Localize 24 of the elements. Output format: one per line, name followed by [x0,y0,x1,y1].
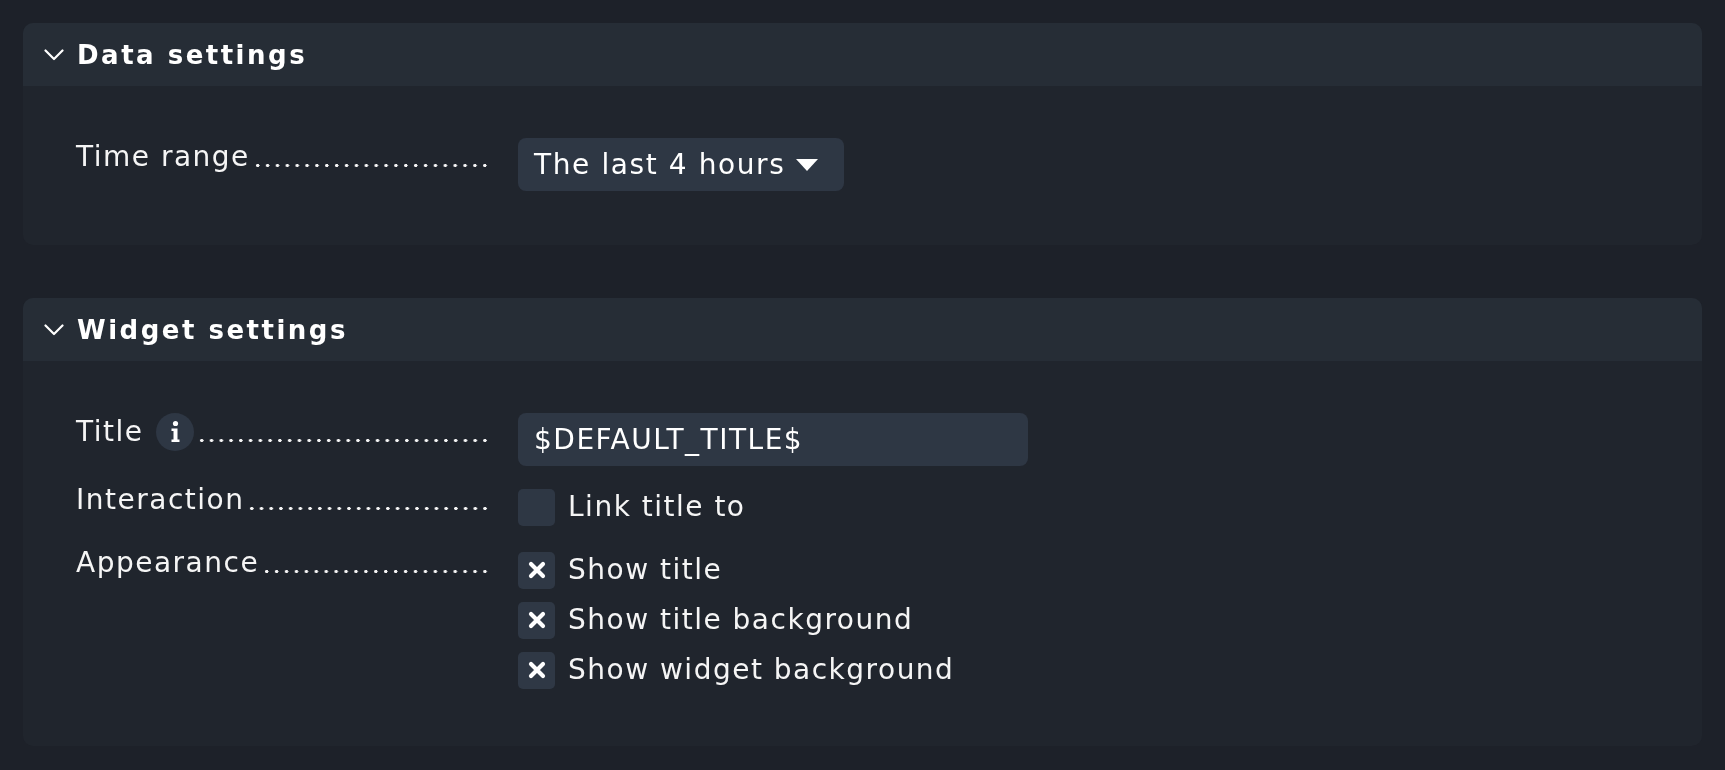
cross-icon [527,611,546,629]
time-range-dropdown[interactable]: The last 4 hours [518,138,845,191]
checkbox[interactable] [518,651,555,689]
section-title: Widget settings [77,314,348,345]
chevron-down-icon [44,323,64,336]
checkbox[interactable] [518,551,555,589]
checkbox-label[interactable]: Show title background [568,605,914,635]
checkbox[interactable] [518,601,555,639]
chevron-down-icon [44,48,64,61]
info-icon[interactable] [155,413,194,451]
field-label: Title [76,417,144,447]
checkbox-label[interactable]: Show title [568,555,723,585]
section-header[interactable]: Widget settings [23,298,1702,361]
cross-icon [527,661,546,679]
field-label: Appearance [76,548,260,578]
section-title: Data settings [77,39,308,70]
field-label: Interaction [76,485,245,515]
field-label: Time range [76,142,250,172]
checkbox-label[interactable]: Link title to [568,492,746,522]
section-header[interactable]: Data settings [23,23,1702,86]
title-input[interactable]: $DEFAULT_TITLE$ [518,413,1028,466]
checkbox-label[interactable]: Show widget background [568,655,955,685]
cross-icon [527,561,546,579]
caret-down-icon [796,158,819,171]
